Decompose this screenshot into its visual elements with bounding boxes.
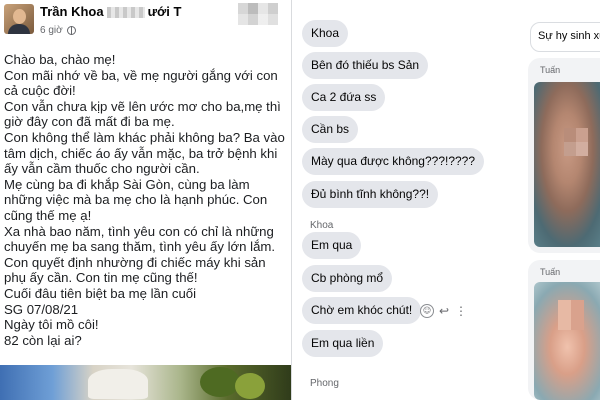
chat-message[interactable]: Bên đó thiếu bs Sản: [302, 52, 429, 79]
post-paragraph: Xa nhà bao năm, tình yêu con có chỉ là n…: [4, 223, 276, 286]
avatar-body: [8, 24, 30, 34]
screenshot-collage: Trần Khoa ưới T 6 giờ Chào ba, chào mẹ! C…: [0, 0, 600, 400]
pixelated-redaction: [238, 3, 278, 25]
more-icon[interactable]: ⋮: [454, 304, 468, 318]
chat-message[interactable]: Chờ em khóc chút!: [302, 297, 422, 324]
post-paragraph: Chào ba, chào mẹ!: [4, 52, 116, 67]
message-actions: ☺ ↩ ⋮: [420, 304, 470, 320]
post-photo[interactable]: [0, 365, 291, 400]
story-strip: Sự hy sinh xu Tuấn Tuấn: [520, 0, 600, 400]
chat-message[interactable]: Ca 2 đứa ss: [302, 84, 386, 111]
globe-icon: [66, 25, 76, 35]
smile-icon[interactable]: ☺: [420, 304, 434, 318]
story-card[interactable]: Tuấn: [528, 260, 600, 400]
post-meta: 6 giờ: [40, 25, 76, 36]
post-paragraph: Cuối đâu tiên biệt ba mẹ lần cuối: [4, 285, 197, 301]
post-time[interactable]: 6 giờ: [40, 25, 63, 36]
post-paragraph: Ngày tôi mồ côi!: [4, 317, 99, 333]
chat-message[interactable]: Khoa: [302, 20, 349, 47]
story-author: Tuấn: [540, 65, 561, 75]
story-card[interactable]: Tuấn: [528, 58, 600, 253]
avatar-face: [13, 9, 26, 24]
post-paragraph: Con không thể làm khác phải không ba? Ba…: [4, 129, 285, 177]
story-title: Sự hy sinh xu: [538, 30, 600, 42]
story-author: Tuấn: [540, 267, 561, 277]
photo-foliage: [235, 373, 265, 399]
photo-foliage: [200, 367, 240, 397]
blurred-face: [564, 128, 588, 156]
photo-white-object: [88, 369, 148, 399]
blurred-face: [558, 300, 584, 330]
chat-message[interactable]: Cb phòng mổ: [302, 265, 393, 292]
facebook-post: Trần Khoa ưới T 6 giờ Chào ba, chào mẹ! C…: [0, 0, 292, 400]
chat-message[interactable]: Đủ bình tĩnh không??!: [302, 181, 439, 208]
reply-icon[interactable]: ↩: [437, 304, 451, 318]
post-header: Trần Khoa ưới T 6 giờ: [0, 0, 291, 50]
author-name[interactable]: Trần Khoa ưới T: [40, 4, 181, 19]
blurred-name-segment: [106, 7, 145, 19]
newborn-photo: [534, 82, 600, 247]
author-name-text[interactable]: Trần Khoa: [40, 4, 104, 19]
chat-conversation: Khoa Bên đó thiếu bs Sản Ca 2 đứa ss Cần…: [292, 0, 520, 400]
author-name-suffix: ưới T: [147, 4, 182, 19]
avatar[interactable]: [4, 4, 34, 34]
post-paragraph: Mẹ cùng ba đi khắp Sài Gòn, cùng ba làm …: [4, 176, 268, 223]
post-body: Chào ba, chào mẹ! Con mãi nhớ về ba, về …: [4, 52, 288, 348]
post-paragraph: Con vẫn chưa kịp vẽ lên ước mơ cho ba,mẹ…: [4, 98, 281, 130]
chat-message[interactable]: Em qua liền: [302, 330, 384, 357]
chat-message[interactable]: Cần bs: [302, 116, 359, 143]
chat-message[interactable]: Mày qua được không???!????: [302, 148, 485, 175]
post-paragraph: 82 còn lại ai?: [4, 332, 82, 348]
chat-message[interactable]: Em qua: [302, 232, 362, 259]
post-paragraph: Con mãi nhớ về ba, về mẹ người gắng với …: [4, 67, 278, 99]
sender-name: Phong: [310, 378, 339, 389]
post-paragraph: SG 07/08/21: [4, 301, 79, 317]
sender-name: Khoa: [310, 220, 334, 231]
